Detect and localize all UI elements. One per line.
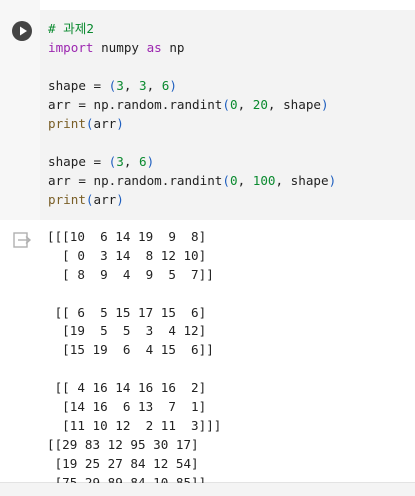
code-line: print(arr) [48, 190, 336, 209]
code-token: 6 [139, 154, 147, 169]
code-token: , [237, 173, 253, 188]
code-token: print [48, 116, 86, 131]
play-icon [20, 26, 27, 36]
code-line: # 과제2 [48, 19, 336, 38]
code-editor[interactable]: # 과제2 import numpy as np shape = (3, 3, 6)… [40, 10, 415, 220]
code-text: # 과제2 import numpy as np shape = (3, 3, 6)… [48, 19, 336, 209]
output-line: [19 5 5 3 4 12] [47, 323, 207, 339]
output-line: [[[10 6 14 19 9 8] [47, 229, 207, 244]
code-line: arr = np.random.randint(0, 20, shape) [48, 95, 336, 114]
cell-gutter [0, 0, 40, 220]
code-token: , shape [275, 173, 329, 188]
code-token: print [48, 192, 86, 207]
code-token: as [146, 40, 162, 55]
output-redirect-icon[interactable] [12, 230, 32, 250]
output-line: [14 16 6 13 7 1] [47, 399, 207, 415]
code-line: shape = (3, 3, 6) [48, 76, 336, 95]
code-line: print(arr) [48, 114, 336, 133]
code-token: ( [85, 192, 94, 207]
output-line: [[ 6 5 15 17 15 6] [47, 304, 207, 320]
code-token: ) [146, 154, 155, 169]
code-token: arr [93, 116, 117, 131]
output-line: [[ 4 16 14 16 16 2] [47, 380, 207, 396]
output-line: [19 25 27 84 12 54] [47, 455, 199, 471]
code-line: shape = (3, 6) [48, 152, 336, 171]
code-token: ( [222, 97, 230, 112]
code-token: import [48, 40, 94, 55]
code-token: , [237, 97, 253, 112]
code-token: , [123, 78, 140, 93]
code-line: import numpy as np [48, 38, 336, 57]
code-token: , shape [267, 97, 321, 112]
code-token: ) [116, 192, 124, 207]
code-token: 0 [229, 173, 238, 188]
code-token: ( [85, 116, 94, 131]
cell-divider [0, 483, 415, 496]
code-token: 3 [139, 78, 147, 93]
code-token: 3 [116, 154, 124, 169]
code-token: arr [93, 192, 117, 207]
code-token: # 과제2 [48, 21, 94, 36]
output-line: [15 19 6 4 15 6]] [47, 342, 214, 358]
output-line: [ 8 9 4 9 5 7]] [47, 266, 214, 282]
code-token: ( [222, 173, 230, 188]
code-token: 100 [252, 173, 276, 188]
code-token: arr = np.random.randint [48, 97, 223, 112]
code-token: 3 [116, 78, 124, 93]
code-token: shape = [48, 154, 109, 169]
code-token: , [146, 78, 162, 93]
code-token: ) [169, 78, 177, 93]
code-line: arr = np.random.randint(0, 100, shape) [48, 171, 336, 190]
output-area: [[[10 6 14 19 9 8] [ 0 3 14 8 12 10] [ 8… [0, 220, 415, 490]
run-cell-button[interactable] [12, 21, 32, 41]
code-token: arr = np.random.randint [48, 173, 223, 188]
output-line: [[29 83 12 95 30 17] [47, 436, 199, 452]
code-token: np [161, 40, 185, 55]
code-token: ) [328, 173, 337, 188]
code-token: ) [116, 116, 124, 131]
code-token: shape = [48, 78, 109, 93]
code-token: 20 [252, 97, 268, 112]
notebook-cell: # 과제2 import numpy as np shape = (3, 3, 6)… [0, 0, 415, 496]
code-token: 0 [229, 97, 238, 112]
code-token: ) [321, 97, 329, 112]
code-token: numpy [93, 40, 147, 55]
output-line: [11 10 12 2 11 3]]] [47, 417, 222, 433]
output-line: [ 0 3 14 8 12 10] [47, 247, 207, 263]
output-text: [[[10 6 14 19 9 8] [ 0 3 14 8 12 10] [ 8… [47, 228, 221, 492]
code-token: , [123, 154, 140, 169]
